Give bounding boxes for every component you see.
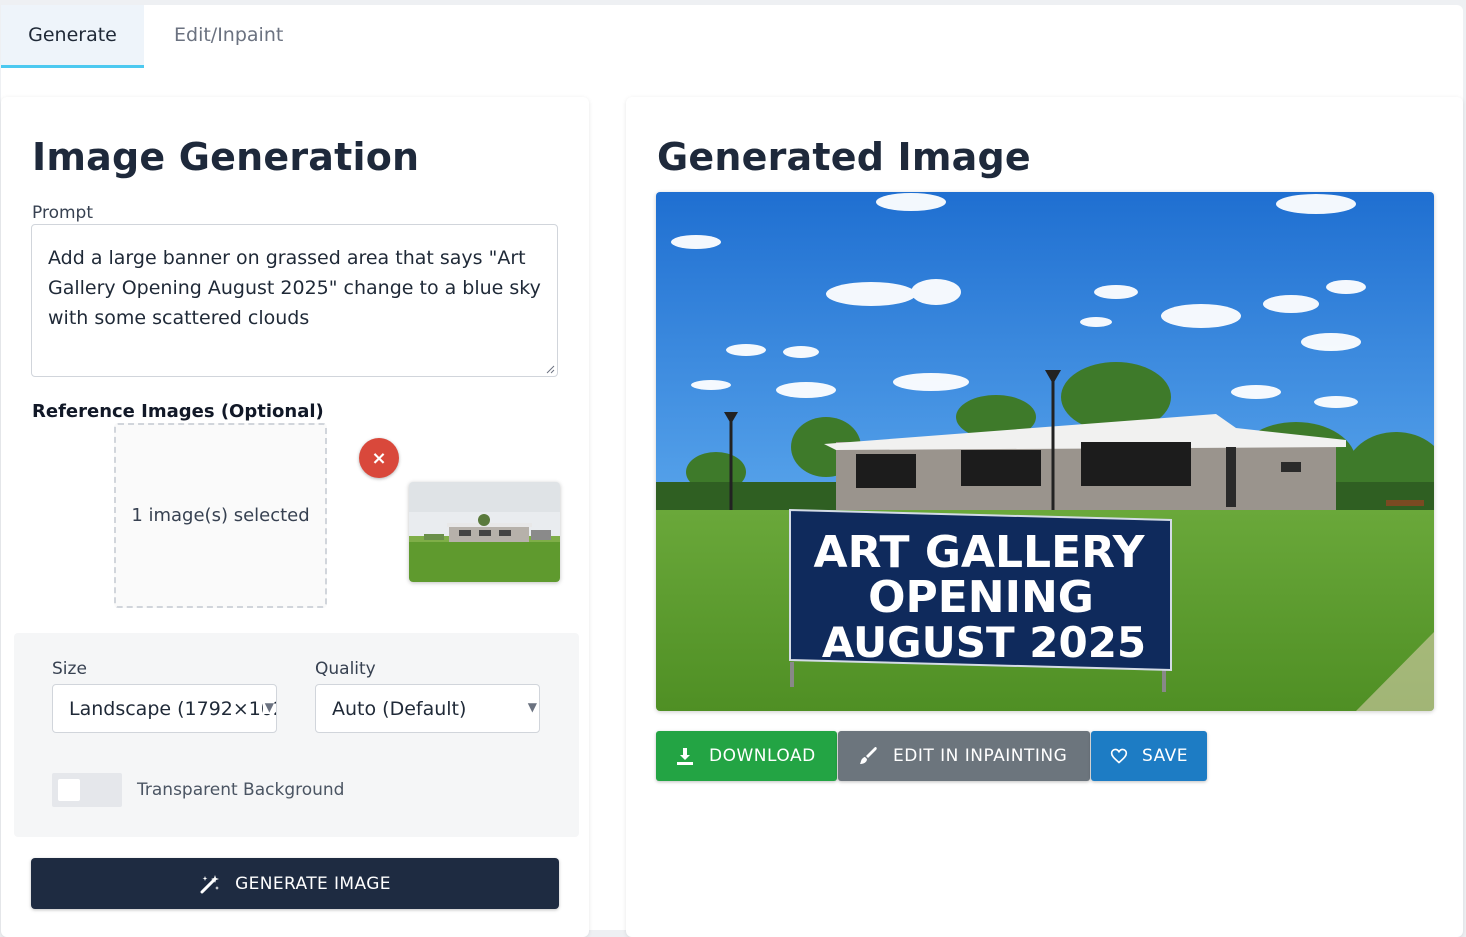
- quality-select[interactable]: Auto (Default) ▼: [315, 684, 540, 733]
- banner-line-2: OPENING: [868, 572, 1094, 623]
- size-label: Size: [52, 659, 87, 679]
- banner-line-3: AUGUST 2025: [822, 618, 1146, 667]
- save-button[interactable]: SAVE: [1091, 731, 1207, 781]
- image-generation-panel: Image Generation Prompt Add a large bann…: [1, 97, 589, 937]
- reference-dropzone[interactable]: 1 image(s) selected: [114, 423, 327, 608]
- download-button[interactable]: DOWNLOAD: [656, 731, 837, 781]
- quality-label: Quality: [315, 659, 376, 679]
- paintbrush-icon: [860, 747, 877, 764]
- download-label: DOWNLOAD: [709, 746, 816, 766]
- reference-images-label: Reference Images (Optional): [32, 401, 324, 422]
- magic-wand-icon: [200, 874, 220, 893]
- resize-grip-icon[interactable]: [545, 364, 555, 374]
- heart-icon: [1110, 748, 1128, 764]
- transparent-background-toggle[interactable]: [52, 773, 122, 807]
- size-select[interactable]: Landscape (1792×1024) ▼: [52, 684, 277, 733]
- reference-thumbnail-image: [409, 482, 560, 582]
- banner-line-1: ART GALLERY: [814, 527, 1146, 578]
- transparent-background-label: Transparent Background: [137, 780, 345, 800]
- quality-value: Auto (Default): [332, 697, 467, 720]
- panel-title: Image Generation: [32, 135, 420, 179]
- toggle-knob: [58, 779, 80, 801]
- caret-down-icon: ▼: [525, 700, 537, 714]
- prompt-label: Prompt: [32, 203, 93, 223]
- dropzone-text: 1 image(s) selected: [131, 505, 310, 526]
- save-label: SAVE: [1141, 746, 1188, 766]
- edit-in-inpainting-label: EDIT IN INPAINTING: [893, 746, 1068, 766]
- reference-thumbnail: [409, 482, 560, 582]
- remove-reference-button[interactable]: ×: [359, 438, 399, 478]
- download-icon: [677, 748, 693, 765]
- generated-image-scene: ART GALLERY OPENING AUGUST 2025: [656, 192, 1434, 711]
- tab-edit-inpaint[interactable]: Edit/Inpaint: [144, 5, 313, 65]
- prompt-text: Add a large banner on grassed area that …: [48, 247, 541, 329]
- app-window: Generate Edit/Inpaint Image Generation P…: [1, 5, 1463, 937]
- close-icon: ×: [371, 447, 387, 469]
- panel-title: Generated Image: [657, 135, 1031, 179]
- prompt-textarea[interactable]: Add a large banner on grassed area that …: [31, 224, 558, 377]
- caret-down-icon: ▼: [262, 700, 274, 714]
- tab-generate[interactable]: Generate: [1, 5, 144, 68]
- image-actions: DOWNLOAD EDIT IN INPAINTING SAVE: [656, 731, 1207, 781]
- generate-image-label: GENERATE IMAGE: [235, 873, 391, 894]
- generate-image-button[interactable]: GENERATE IMAGE: [31, 858, 559, 909]
- generated-image: ART GALLERY OPENING AUGUST 2025: [656, 192, 1434, 711]
- tab-bar: Generate Edit/Inpaint: [1, 5, 1463, 68]
- size-value: Landscape (1792×1024): [69, 697, 276, 720]
- options-section: Size Quality Landscape (1792×1024) ▼ Aut…: [14, 633, 579, 837]
- generated-image-panel: Generated Image ART GALLERY OPENING AUGU…: [626, 97, 1463, 937]
- edit-in-inpainting-button[interactable]: EDIT IN INPAINTING: [838, 731, 1090, 781]
